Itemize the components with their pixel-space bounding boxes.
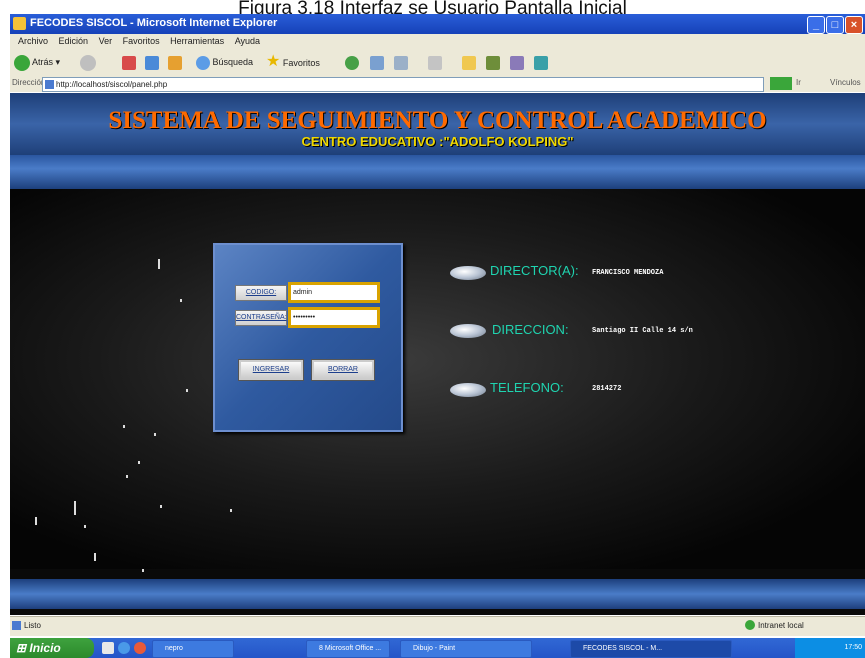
back-button[interactable]: Atrás ▾ xyxy=(14,53,60,71)
task-siscol[interactable]: FECODES SISCOL - M... xyxy=(570,640,732,658)
header-band xyxy=(10,155,865,189)
refresh-icon xyxy=(145,55,159,70)
minimize-button[interactable]: _ xyxy=(807,16,825,34)
print-icon xyxy=(394,55,408,70)
address-label-info: DIRECCION: xyxy=(492,322,569,337)
forward-arrow-icon xyxy=(80,54,96,71)
menu-herramientas[interactable]: Herramientas xyxy=(170,34,224,48)
submit-button[interactable]: INGRESAR xyxy=(238,359,304,381)
system-tray: 17:50 xyxy=(795,638,865,658)
stop-button[interactable] xyxy=(122,53,136,71)
password-input[interactable] xyxy=(288,307,380,328)
search-button[interactable]: Búsqueda xyxy=(196,53,253,71)
page-content: SISTEMA DE SEGUIMIENTO Y CONTROL ACADEMI… xyxy=(10,93,865,615)
folder-icon xyxy=(462,55,476,70)
media-quicklaunch-icon[interactable] xyxy=(134,642,146,654)
clock: 17:50 xyxy=(844,644,862,651)
address-bar: Dirección http://localhost/siscol/panel.… xyxy=(10,76,865,92)
director-value: FRANCISCO MENDOZA xyxy=(592,269,664,277)
research-button[interactable] xyxy=(510,53,524,71)
window-title: FECODES SISCOL - Microsoft Internet Expl… xyxy=(30,17,278,29)
password-label: CONTRASEÑA: xyxy=(235,310,287,326)
task-paint[interactable]: Dibujo - Paint xyxy=(400,640,532,658)
taskbar: ⊞ Inicio nepro 8 Microsoft Office ... Di… xyxy=(10,638,865,658)
page-icon xyxy=(45,80,54,90)
menu-bar: Archivo Edición Ver Favoritos Herramient… xyxy=(10,34,865,48)
task-nepro[interactable]: nepro xyxy=(152,640,234,658)
star-icon: ★ xyxy=(266,53,281,70)
page-status-icon xyxy=(12,621,21,630)
ie-quicklaunch-icon[interactable] xyxy=(118,642,130,654)
menu-favoritos[interactable]: Favoritos xyxy=(123,34,160,48)
messenger-button[interactable] xyxy=(486,53,500,71)
school-subtitle: CENTRO EDUCATIVO :"ADOLFO KOLPING" xyxy=(301,134,574,149)
windows-logo-icon: ⊞ xyxy=(16,641,27,655)
status-bar: Listo Intranet local xyxy=(10,616,865,636)
forward-button[interactable] xyxy=(80,53,96,71)
phone-value: 2814272 xyxy=(592,385,622,393)
zone-text: Intranet local xyxy=(758,621,804,630)
header-banner: SISTEMA DE SEGUIMIENTO Y CONTROL ACADEMI… xyxy=(10,93,865,155)
browser-toolbar: Atrás ▾ Búsqueda ★ Favoritos xyxy=(10,48,865,77)
tools-button[interactable] xyxy=(534,53,548,71)
mail-icon xyxy=(370,55,384,70)
code-input[interactable] xyxy=(288,282,380,303)
desktop-icon[interactable] xyxy=(102,642,114,654)
back-arrow-icon xyxy=(14,54,30,71)
close-button[interactable]: × xyxy=(845,16,863,34)
login-panel: CODIGO: CONTRASEÑA: INGRESAR BORRAR xyxy=(213,243,403,432)
director-bullet-icon xyxy=(450,266,486,280)
go-arrow-icon[interactable] xyxy=(770,77,792,90)
search-icon xyxy=(196,55,210,70)
menu-archivo[interactable]: Archivo xyxy=(18,34,48,48)
menu-ver[interactable]: Ver xyxy=(99,34,113,48)
start-button[interactable]: ⊞ Inicio xyxy=(10,638,94,658)
clear-button[interactable]: BORRAR xyxy=(311,359,375,381)
phone-label: TELEFONO: xyxy=(490,380,564,395)
mail-button[interactable] xyxy=(370,53,384,71)
intranet-icon xyxy=(745,620,755,630)
task-office[interactable]: 8 Microsoft Office ... xyxy=(306,640,390,658)
history-button[interactable] xyxy=(345,53,359,71)
history-icon xyxy=(345,55,359,70)
stop-icon xyxy=(122,55,136,70)
research-icon xyxy=(510,55,524,70)
home-icon xyxy=(168,55,182,70)
go-button[interactable]: Ir xyxy=(796,78,801,87)
tools-icon xyxy=(534,55,548,70)
address-bullet-icon xyxy=(450,324,486,338)
address-input[interactable]: http://localhost/siscol/panel.php xyxy=(42,77,764,92)
refresh-button[interactable] xyxy=(145,53,159,71)
links-button[interactable]: Vínculos xyxy=(830,78,861,87)
phone-bullet-icon xyxy=(450,383,486,397)
window-titlebar[interactable]: FECODES SISCOL - Microsoft Internet Expl… xyxy=(10,14,865,34)
menu-ayuda[interactable]: Ayuda xyxy=(235,34,260,48)
code-label: CODIGO: xyxy=(235,285,287,301)
status-text: Listo xyxy=(24,621,41,630)
dark-background xyxy=(10,189,865,572)
edit-button[interactable] xyxy=(428,53,442,71)
address-label: Dirección xyxy=(12,78,46,87)
ie-icon xyxy=(13,17,26,30)
address-value: Santiago II Calle 14 s/n xyxy=(592,327,693,335)
print-button[interactable] xyxy=(394,53,408,71)
footer-band xyxy=(10,579,865,609)
system-title: SISTEMA DE SEGUIMIENTO Y CONTROL ACADEMI… xyxy=(108,107,767,134)
menu-edicion[interactable]: Edición xyxy=(59,34,89,48)
messenger-icon xyxy=(486,55,500,70)
favorites-button[interactable]: ★ Favoritos xyxy=(266,53,320,71)
folder-button[interactable] xyxy=(462,53,476,71)
maximize-button[interactable]: □ xyxy=(826,16,844,34)
edit-icon xyxy=(428,55,442,70)
home-button[interactable] xyxy=(168,53,182,71)
director-label: DIRECTOR(A): xyxy=(490,263,579,278)
